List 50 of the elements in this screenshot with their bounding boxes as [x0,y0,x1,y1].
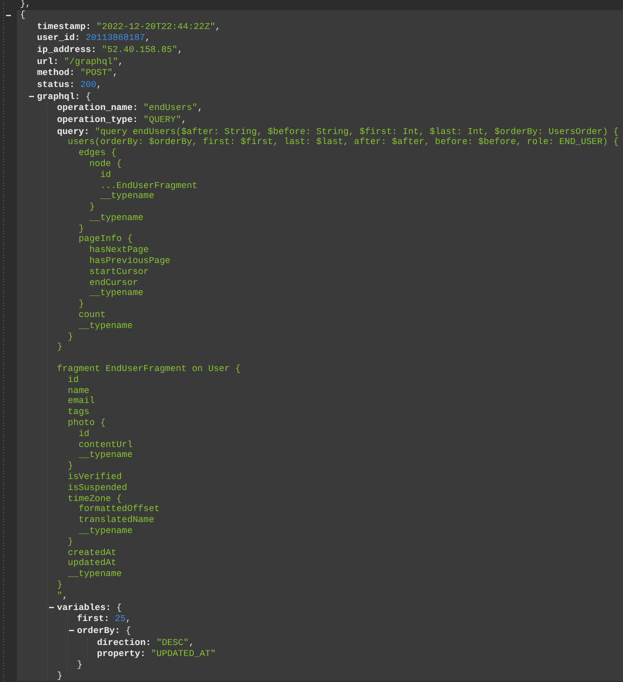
comma: , [112,68,118,78]
property-key: query: [57,126,90,137]
property-key: operation_name: [57,103,138,114]
property-key: first: [77,614,110,624]
property-key: status: [37,80,75,90]
comma: , [197,103,203,114]
comma: , [188,637,194,648]
comma: , [181,114,187,125]
collapse-icon[interactable] [6,12,11,18]
comma: , [145,33,150,44]
number-value: 200 [80,80,96,90]
string-value: "2022-12-20T22:44:22Z" [96,21,216,32]
collapse-icon[interactable] [69,628,74,633]
property-key: timestamp: [37,21,92,32]
open-brace: { [126,626,132,636]
comma: , [177,44,183,55]
string-value: "query endUsers($after: String, $before: String, $first: Int, $last: Int, $orderBy: UsersOrder) { [94,126,619,137]
string-value: "QUERY" [143,114,182,125]
comma: , [126,614,132,624]
comma: , [215,21,221,32]
comma: , [96,80,102,90]
property-key: ip_address: [37,44,96,55]
collapse-icon[interactable] [29,94,34,99]
string-value: "endUsers" [143,103,198,114]
comma: , [118,56,124,66]
property-key: direction: [97,637,152,648]
string-value: " [57,590,62,601]
string-value: "52.40.158.85" [102,44,178,55]
property-key: orderBy: [77,626,120,636]
property-key: graphql: [37,92,80,102]
string-value: "DESC" [156,637,189,648]
property-key: property: [97,649,146,660]
string-value: users(orderBy: $orderBy, first: $first, last: $last, after: $after, before: $before, role: END_USER) { edges { node { id ...EndUserFragment __typename } __typename } pageInfo { hasNextPage hasPreviousPage startCursor endCursor __typename } count __typename } } fragment EndUserFragment on User { id name email tags photo { id contentUrl __typename } isVerified isSuspended timeZone { formattedOffset translatedName __typename } createdAt updatedAt __typename } [57,137,620,591]
property-key: variables: [57,602,112,612]
collapse-icon[interactable] [49,604,54,610]
comma: , [62,590,68,601]
property-key: method: [37,68,75,78]
string-value: "UPDATED_AT" [151,649,216,660]
open-brace: { [86,92,92,102]
close-brace: } [77,660,82,670]
string-value: "POST" [80,68,113,78]
open-brace: { [20,10,26,20]
string-value: "/graphql" [64,56,118,66]
open-brace: { [116,602,122,612]
number-value: 20113868187 [86,33,146,44]
property-key: url: [37,56,59,66]
number-value: 25 [114,614,126,624]
property-key: user_id: [37,33,80,44]
close-brace: } [57,670,62,681]
property-key: operation_type: [57,114,138,125]
